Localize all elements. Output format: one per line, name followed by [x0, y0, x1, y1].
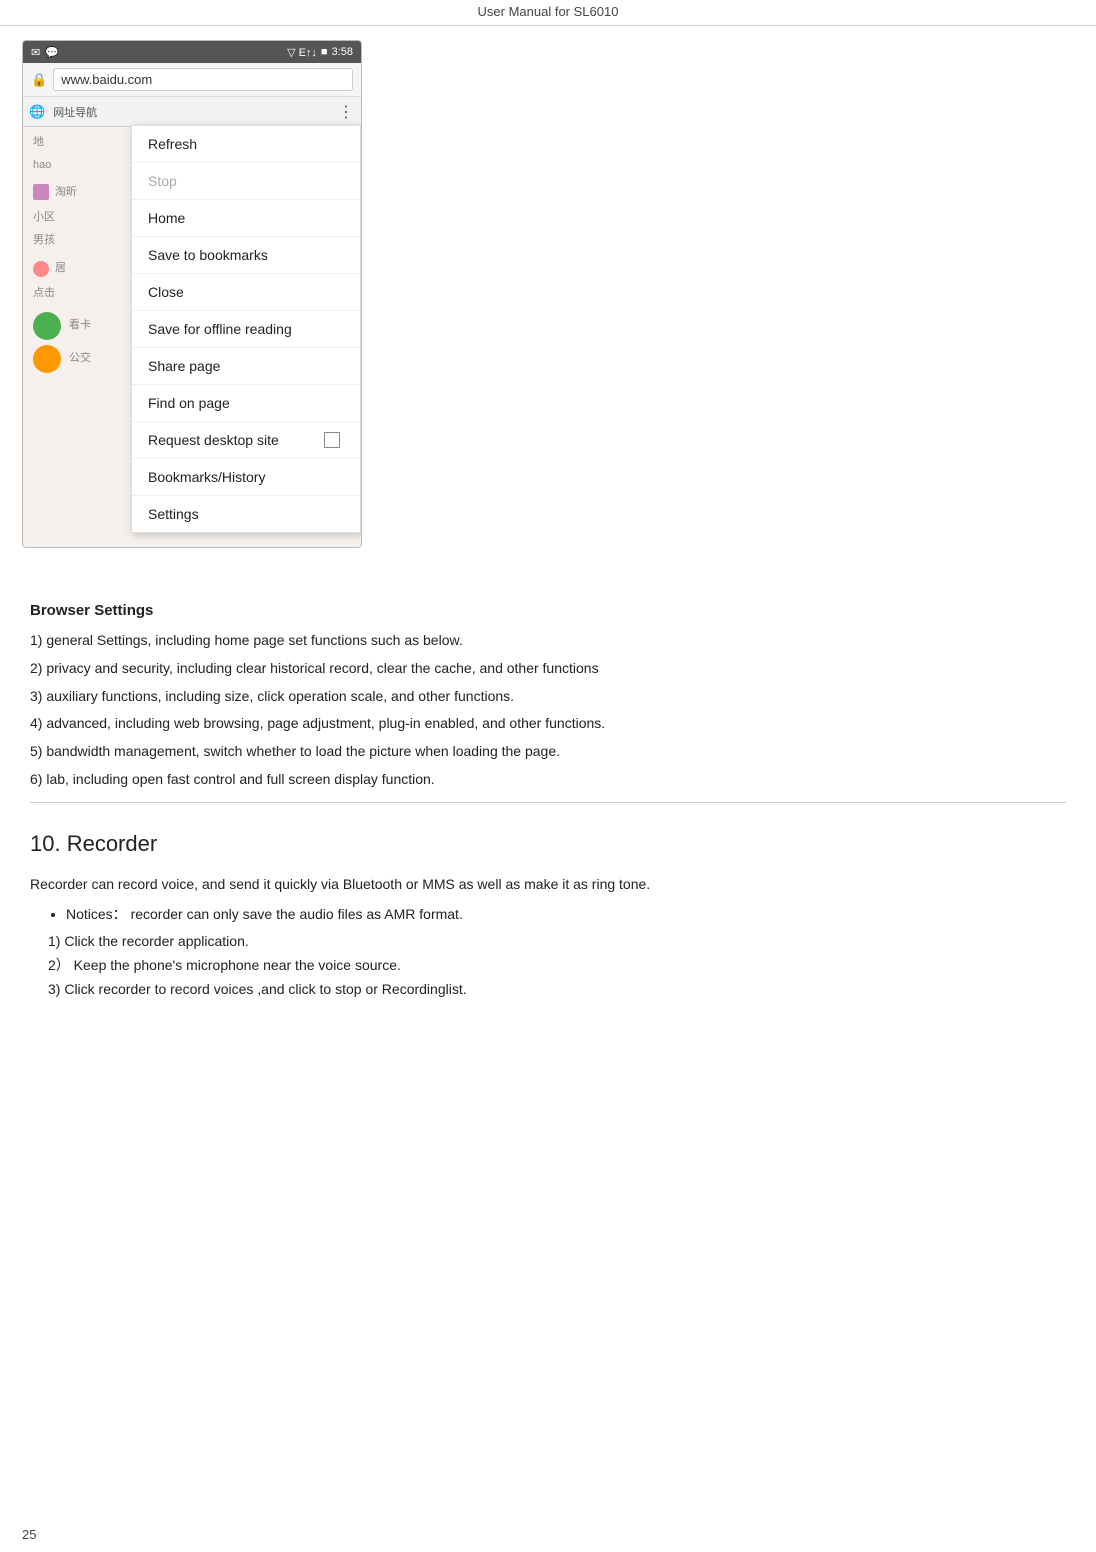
- chinese-text-1: 地: [33, 133, 95, 153]
- status-bar-left: ✉ 💬: [31, 46, 59, 59]
- envelope-icon: ✉: [31, 46, 40, 59]
- status-bar: ✉ 💬 ▽ E↑↓ ■ 3:58: [23, 41, 361, 63]
- menu-item-save-offline-label: Save for offline reading: [148, 321, 292, 337]
- browser-settings-heading: Browser Settings: [30, 602, 1066, 619]
- phone-area: ✉ 💬 ▽ E↑↓ ■ 3:58 🔒 www.baidu.com 🌐 网址导航 …: [0, 26, 1096, 562]
- orange-circle-icon: [33, 345, 61, 373]
- recorder-step-1: 1) Click the recorder application.: [48, 930, 1066, 954]
- chinese-text-9: 公交: [69, 349, 91, 369]
- page-number: 25: [22, 1527, 36, 1542]
- menu-item-find-on-page-label: Find on page: [148, 395, 230, 411]
- menu-item-close-label: Close: [148, 284, 184, 300]
- menu-item-stop-label: Stop: [148, 173, 177, 189]
- menu-item-request-desktop[interactable]: Request desktop site: [132, 422, 360, 459]
- browser-settings-item-2: 2) privacy and security, including clear…: [30, 657, 1066, 681]
- bookmark-icon: [33, 184, 49, 200]
- menu-item-home-label: Home: [148, 210, 185, 226]
- chinese-text-6: 居: [55, 259, 66, 279]
- browser-content: 🌐 网址导航 ⋮ 地 hao 片 淘昕 小 小区: [23, 97, 361, 547]
- address-bar[interactable]: 🔒 www.baidu.com: [23, 63, 361, 97]
- chinese-text-3: 淘昕: [55, 183, 77, 203]
- browser-settings-item-4: 4) advanced, including web browsing, pag…: [30, 712, 1066, 736]
- chinese-text-2: hao: [33, 156, 95, 176]
- signal-icon: ▽ E↑↓: [287, 46, 317, 59]
- time-display: 3:58: [332, 46, 353, 58]
- menu-item-refresh[interactable]: Refresh: [132, 126, 360, 163]
- browser-toolbar: 🌐 网址导航 ⋮: [23, 97, 361, 127]
- recorder-step-3: 3) Click recorder to record voices ,and …: [48, 978, 1066, 1002]
- section-separator: [30, 802, 1066, 803]
- more-options-icon[interactable]: ⋮: [338, 102, 355, 122]
- status-bar-right: ▽ E↑↓ ■ 3:58: [287, 46, 353, 59]
- menu-item-refresh-label: Refresh: [148, 136, 197, 152]
- menu-item-find-on-page[interactable]: Find on page: [132, 385, 360, 422]
- message-icon: 💬: [45, 46, 59, 59]
- globe-icon: 🌐: [29, 104, 45, 120]
- chinese-text-8: 看卡: [69, 316, 91, 336]
- menu-item-save-bookmarks-label: Save to bookmarks: [148, 247, 268, 263]
- menu-item-share-page-label: Share page: [148, 358, 220, 374]
- recorder-intro: Recorder can record voice, and send it q…: [30, 873, 1066, 897]
- menu-item-close[interactable]: Close: [132, 274, 360, 311]
- browser-settings-item-1: 1) general Settings, including home page…: [30, 629, 1066, 653]
- menu-item-settings-label: Settings: [148, 506, 199, 522]
- tab-label: 网址导航: [53, 104, 97, 120]
- menu-item-bookmarks-history-label: Bookmarks/History: [148, 469, 265, 485]
- favicon-icon: 🔒: [31, 72, 47, 88]
- menu-item-home[interactable]: Home: [132, 200, 360, 237]
- recorder-notice: Notices： recorder can only save the audi…: [66, 903, 1066, 927]
- url-display[interactable]: www.baidu.com: [53, 68, 353, 91]
- menu-item-share-page[interactable]: Share page: [132, 348, 360, 385]
- menu-item-save-bookmarks[interactable]: Save to bookmarks: [132, 237, 360, 274]
- main-content: Browser Settings 1) general Settings, in…: [0, 562, 1096, 1032]
- menu-item-save-offline[interactable]: Save for offline reading: [132, 311, 360, 348]
- menu-item-request-desktop-label: Request desktop site: [148, 432, 279, 448]
- page-title-bar: User Manual for SL6010: [0, 0, 1096, 26]
- browser-dropdown-menu: Refresh Stop Home Save to bookmarks Clos…: [131, 125, 361, 533]
- location-icon: [33, 261, 49, 277]
- battery-icon: ■: [321, 46, 328, 58]
- menu-item-bookmarks-history[interactable]: Bookmarks/History: [132, 459, 360, 496]
- browser-settings-item-3: 3) auxiliary functions, including size, …: [30, 685, 1066, 709]
- request-desktop-checkbox[interactable]: [324, 432, 340, 448]
- recorder-step-2: 2） Keep the phone's microphone near the …: [48, 954, 1066, 978]
- browser-settings-item-5: 5) bandwidth management, switch whether …: [30, 740, 1066, 764]
- menu-item-stop[interactable]: Stop: [132, 163, 360, 200]
- browser-settings-item-6: 6) lab, including open fast control and …: [30, 768, 1066, 792]
- menu-item-settings[interactable]: Settings: [132, 496, 360, 532]
- phone-screenshot: ✉ 💬 ▽ E↑↓ ■ 3:58 🔒 www.baidu.com 🌐 网址导航 …: [22, 40, 362, 548]
- recorder-section-heading: 10. Recorder: [30, 831, 1066, 857]
- green-circle-icon: [33, 312, 61, 340]
